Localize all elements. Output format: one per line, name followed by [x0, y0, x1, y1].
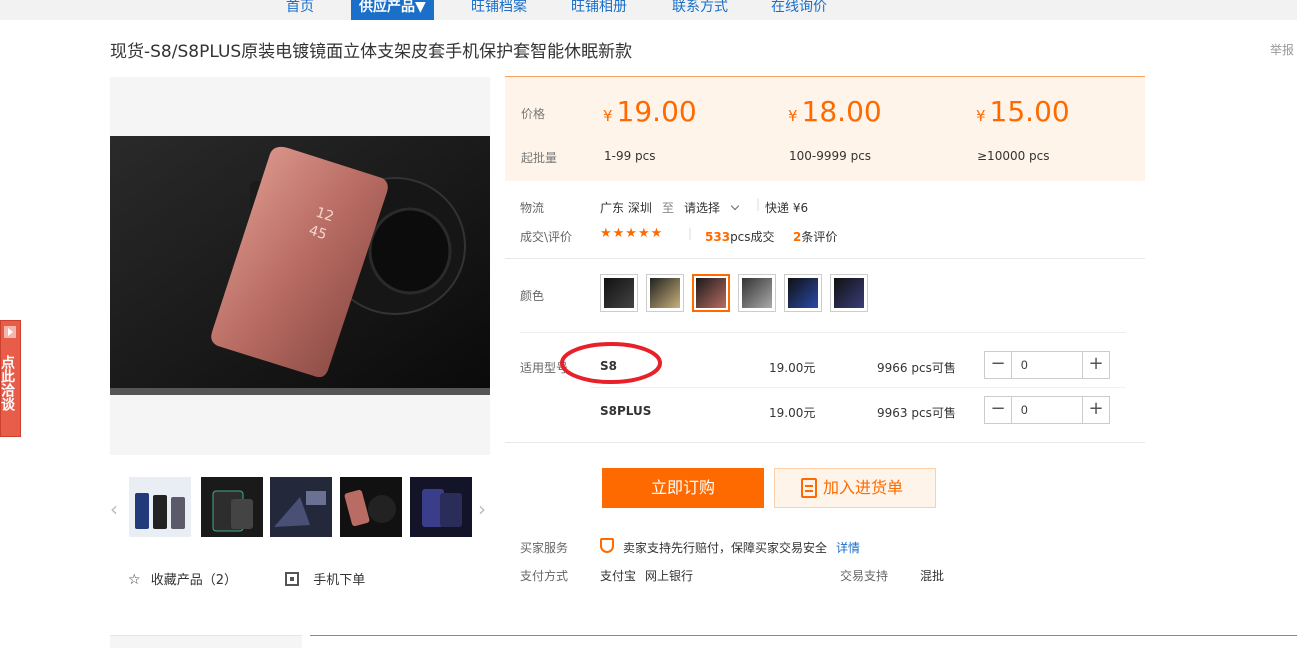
product-title: 现货-S8/S8PLUS原装电镀镜面立体支架皮套手机保护套智能休眠新款: [110, 42, 633, 62]
trade-support-value: 混批: [920, 569, 945, 583]
quantity-input-s8plus[interactable]: [1013, 397, 1081, 423]
review-count[interactable]: 2条评价: [793, 228, 837, 245]
divider: [520, 332, 1126, 333]
nav-home[interactable]: 首页: [286, 0, 314, 20]
divider: [505, 258, 1145, 259]
gallery-actions: ☆ 收藏产品（2） 手机下单: [128, 569, 365, 588]
thumbnail-5[interactable]: [410, 477, 472, 537]
price-panel: 价格 起批量 ¥19.00 1-99 pcs ¥18.00 100-9999 p…: [505, 76, 1145, 181]
logistics-label: 物流: [520, 201, 545, 215]
minus-icon[interactable]: −: [985, 397, 1012, 423]
color-swatch-purple[interactable]: [830, 274, 868, 312]
moq-label: 起批量: [521, 151, 558, 165]
annotation-circle: [560, 342, 662, 384]
add-to-cart-button[interactable]: 加入进货单: [774, 468, 936, 508]
model-stock-s8: 9966 pcs可售: [877, 361, 956, 375]
tier-range-3: ≥10000 pcs: [977, 149, 1050, 163]
divider: [505, 442, 1145, 443]
chat-side-tab-label: 点此洽谈: [0, 355, 15, 411]
model-name-s8plus: S8PLUS: [600, 404, 652, 418]
tier-range-1: 1-99 pcs: [604, 149, 656, 163]
divider: [590, 387, 1126, 388]
payment-label: 支付方式: [520, 569, 569, 583]
buy-now-button[interactable]: 立即订购: [602, 468, 764, 508]
bottom-tab-bar: [310, 635, 1297, 648]
model-stock-s8plus: 9963 pcs可售: [877, 406, 956, 420]
arrow-right-icon: [4, 326, 16, 338]
qrcode-icon[interactable]: [285, 572, 300, 586]
thumbnail-4[interactable]: [340, 477, 402, 537]
nav-contact[interactable]: 联系方式: [672, 0, 728, 20]
quantity-input-s8[interactable]: [1013, 352, 1081, 378]
service-label: 买家服务: [520, 541, 569, 555]
ship-to-word: 至: [662, 201, 675, 215]
service-detail-link[interactable]: 详情: [836, 539, 860, 556]
favorite-link[interactable]: 收藏产品（2）: [151, 573, 237, 588]
ship-from: 广东 深圳: [600, 201, 652, 215]
tier-price-2: ¥18.00: [788, 95, 882, 128]
main-image-frame: 12 45: [110, 77, 490, 455]
star-outline-icon[interactable]: ☆: [128, 572, 141, 588]
color-swatch-rose[interactable]: [692, 274, 730, 312]
deals-label: 成交\评价: [520, 230, 573, 244]
chevron-down-icon: [730, 201, 740, 211]
model-price-s8plus: 19.00元: [769, 406, 816, 420]
rating-stars: ★★★★★: [600, 226, 664, 241]
quantity-stepper-s8plus[interactable]: − +: [984, 396, 1110, 424]
service-text: 卖家支持先行赔付，保障买家交易安全: [623, 541, 828, 555]
divider: |: [756, 197, 761, 211]
plus-icon[interactable]: +: [1082, 397, 1109, 423]
shield-icon: [600, 538, 614, 553]
nav-inquiry[interactable]: 在线询价: [771, 0, 827, 20]
nav-album[interactable]: 旺铺相册: [571, 0, 627, 20]
color-swatch-gold[interactable]: [646, 274, 684, 312]
mobile-order-link[interactable]: 手机下单: [313, 573, 365, 588]
chat-side-tab[interactable]: 点此洽谈: [0, 320, 21, 437]
tier-range-2: 100-9999 pcs: [789, 149, 872, 163]
color-label: 颜色: [520, 289, 545, 303]
divider: |: [688, 226, 693, 240]
trade-support-label: 交易支持: [840, 569, 889, 583]
product-main-image[interactable]: 12 45: [110, 136, 490, 395]
color-swatch-blue[interactable]: [784, 274, 822, 312]
tier-price-3: ¥15.00: [976, 95, 1070, 128]
quantity-stepper-s8[interactable]: − +: [984, 351, 1110, 379]
tier-price-1: ¥19.00: [603, 95, 697, 128]
report-link[interactable]: 举报: [1270, 41, 1294, 58]
bottom-sidebar-header: [110, 635, 302, 648]
minus-icon[interactable]: −: [985, 352, 1012, 378]
nav-products[interactable]: 供应产品▼: [351, 0, 434, 20]
payment-alipay: 支付宝: [600, 569, 637, 583]
plus-icon[interactable]: +: [1082, 352, 1109, 378]
thumb-prev-icon[interactable]: ‹: [110, 497, 118, 521]
express-fee: 快递 ¥6: [765, 201, 809, 215]
clipboard-icon: [801, 478, 817, 498]
color-swatch-black[interactable]: [600, 274, 638, 312]
add-to-cart-label: 加入进货单: [823, 478, 904, 497]
model-price-s8: 19.00元: [769, 361, 816, 375]
top-nav: 首页 供应产品▼ 旺铺档案 旺铺相册 联系方式 在线询价: [0, 0, 1297, 20]
thumbnail-2[interactable]: [201, 477, 263, 537]
deal-count[interactable]: 533pcs成交: [705, 228, 775, 245]
destination-select[interactable]: 请选择: [684, 199, 740, 216]
price-label: 价格: [521, 107, 546, 121]
nav-profile[interactable]: 旺铺档案: [471, 0, 527, 20]
color-swatch-silver[interactable]: [738, 274, 776, 312]
payment-bank: 网上银行: [645, 569, 694, 583]
thumb-next-icon[interactable]: ›: [478, 497, 486, 521]
thumbnail-1[interactable]: [129, 477, 191, 537]
thumbnail-3[interactable]: [270, 477, 332, 537]
